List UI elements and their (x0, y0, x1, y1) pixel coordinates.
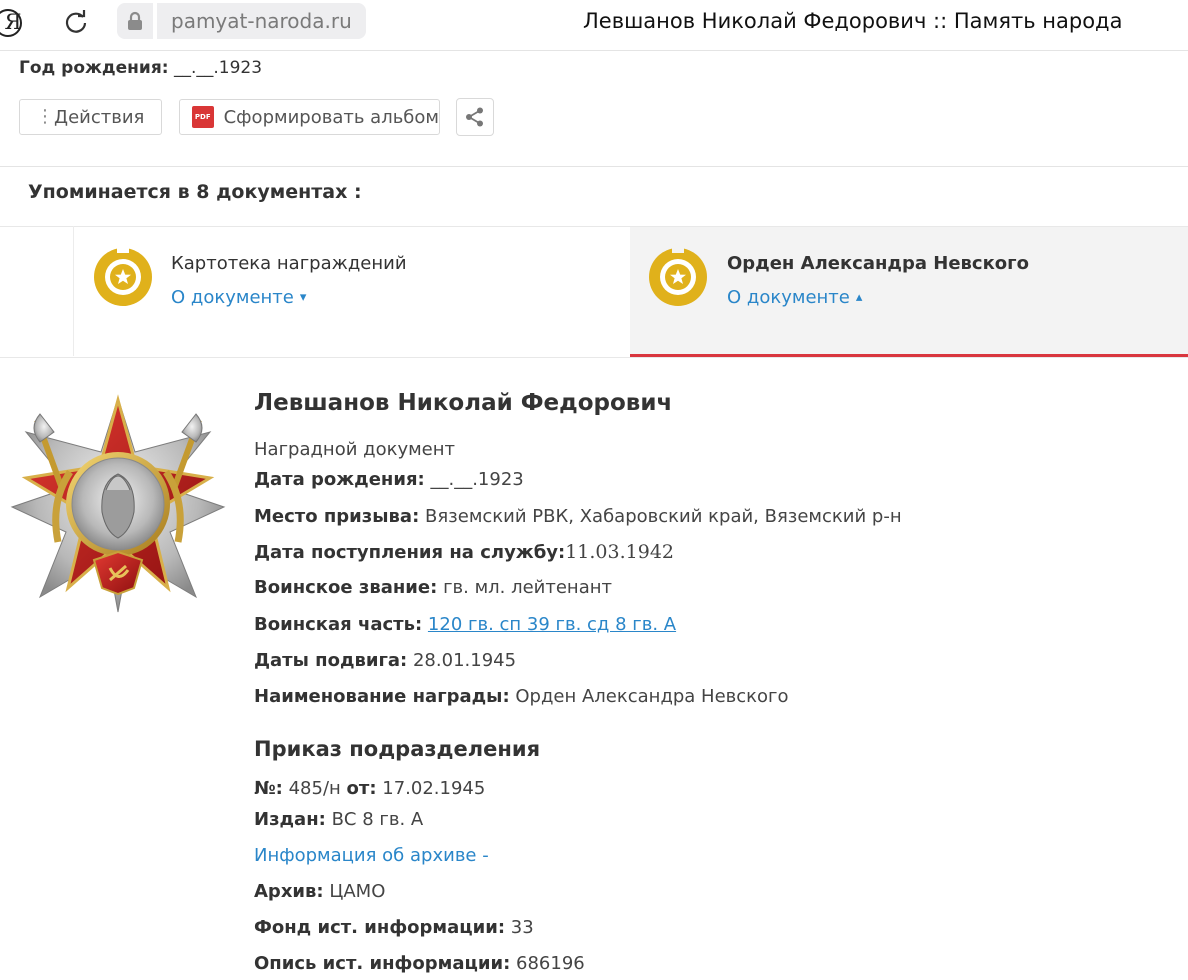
row-label: Даты подвига: (254, 650, 408, 671)
divider (0, 166, 1188, 167)
row-value: ЦАМО (329, 881, 386, 902)
row-value: ВС 8 гв. А (331, 809, 424, 830)
browser-bar: Я pamyat-naroda.ru Левшанов Николай Федо… (0, 0, 1188, 46)
award-row: Даты подвига: 28.01.1945 (254, 650, 516, 671)
reload-icon[interactable] (62, 8, 90, 36)
row-value: 485/н (288, 778, 341, 799)
divider (0, 50, 1188, 51)
about-document-label: О документе (727, 287, 850, 308)
order-alexander-nevsky-image (10, 394, 226, 613)
page-title: Левшанов Николай Федорович :: Память нар… (583, 9, 1123, 33)
award-row: Воинская часть: 120 гв. сп 39 гв. сд 8 г… (254, 614, 676, 635)
military-unit-link[interactable]: 120 гв. сп 39 гв. сд 8 гв. А (428, 614, 676, 635)
lock-icon[interactable] (117, 3, 153, 39)
row-value: 11.03.1942 (565, 541, 675, 563)
row-label: от: (346, 778, 377, 799)
row-value: гв. мл. лейтенант (443, 577, 612, 598)
url-text[interactable]: pamyat-naroda.ru (157, 3, 366, 39)
document-title: Картотека награждений (171, 253, 407, 274)
award-row: Дата поступления на службу:11.03.1942 (254, 541, 674, 563)
order-heading: Приказ подразделения (254, 737, 541, 761)
birth-year-value: __.__.1923 (173, 58, 263, 78)
medal-icon (94, 246, 152, 306)
birth-year-line: Год рождения: __.__.1923 (19, 58, 262, 78)
row-label: Место призыва: (254, 506, 420, 527)
row-value: Вяземский РВК, Хабаровский край, Вяземск… (425, 506, 902, 527)
row-label: Архив: (254, 881, 324, 902)
award-row: Воинское звание: гв. мл. лейтенант (254, 577, 612, 598)
about-document-link[interactable]: О документе ▴ (727, 287, 862, 308)
chevron-down-icon: ▾ (299, 290, 307, 305)
award-row: Наименование награды: Орден Александра Н… (254, 686, 789, 707)
actions-button-label: Действия (54, 106, 145, 128)
opis-row: Опись ист. информации: 686196 (254, 953, 585, 974)
row-value: 17.02.1945 (382, 778, 486, 799)
birth-year-label: Год рождения: (19, 58, 169, 78)
address-bar[interactable]: pamyat-naroda.ru (117, 3, 366, 39)
award-row: Дата рождения: __.__.1923 (254, 469, 524, 490)
order-issued-row: Издан: ВС 8 гв. А (254, 809, 423, 830)
fond-row: Фонд ист. информации: 33 (254, 917, 534, 938)
archive-info-link[interactable]: Информация об архиве - (254, 845, 489, 866)
row-value: Орден Александра Невского (515, 686, 789, 707)
person-name: Левшанов Николай Федорович (254, 390, 673, 416)
document-type: Наградной документ (254, 439, 456, 460)
create-album-label: Сформировать альбом (223, 106, 439, 128)
row-value: 33 (510, 917, 534, 938)
document-card[interactable]: Картотека награждений О документе ▾ (74, 227, 630, 356)
create-album-button[interactable]: PDF Сформировать альбом (179, 99, 440, 135)
yandex-browser-icon[interactable]: Я (0, 8, 26, 37)
row-value: 28.01.1945 (412, 650, 517, 671)
row-label: Наименование награды: (254, 686, 510, 707)
document-card-active[interactable]: Орден Александра Невского О документе ▴ (630, 227, 1188, 357)
row-value: 686196 (516, 953, 585, 974)
archive-row: Архив: ЦАМО (254, 881, 385, 902)
award-row: Место призыва: Вяземский РВК, Хабаровски… (254, 506, 902, 527)
chevron-up-icon: ▴ (855, 290, 863, 305)
mentions-heading: Упоминается в 8 документах : (28, 181, 362, 203)
row-label: Воинская часть: (254, 614, 423, 635)
about-document-label: О документе (171, 287, 294, 308)
document-title: Орден Александра Невского (727, 253, 1029, 274)
medal-icon (649, 246, 707, 306)
actions-button[interactable]: ⋮ Действия (19, 99, 162, 135)
order-number-row: №: 485/н от: 17.02.1945 (254, 778, 485, 799)
share-icon (466, 107, 483, 127)
row-label: Дата поступления на службу: (254, 542, 566, 563)
row-label: Опись ист. информации: (254, 953, 511, 974)
row-value: __.__.1923 (430, 469, 524, 490)
more-vertical-icon: ⋮ (36, 106, 54, 127)
pdf-icon: PDF (192, 106, 214, 128)
row-label: Издан: (254, 809, 326, 830)
share-button[interactable] (456, 98, 494, 136)
row-label: Воинское звание: (254, 577, 438, 598)
about-document-link[interactable]: О документе ▾ (171, 287, 306, 308)
row-label: Дата рождения: (254, 469, 425, 490)
row-label: №: (254, 778, 283, 799)
row-label: Фонд ист. информации: (254, 917, 506, 938)
